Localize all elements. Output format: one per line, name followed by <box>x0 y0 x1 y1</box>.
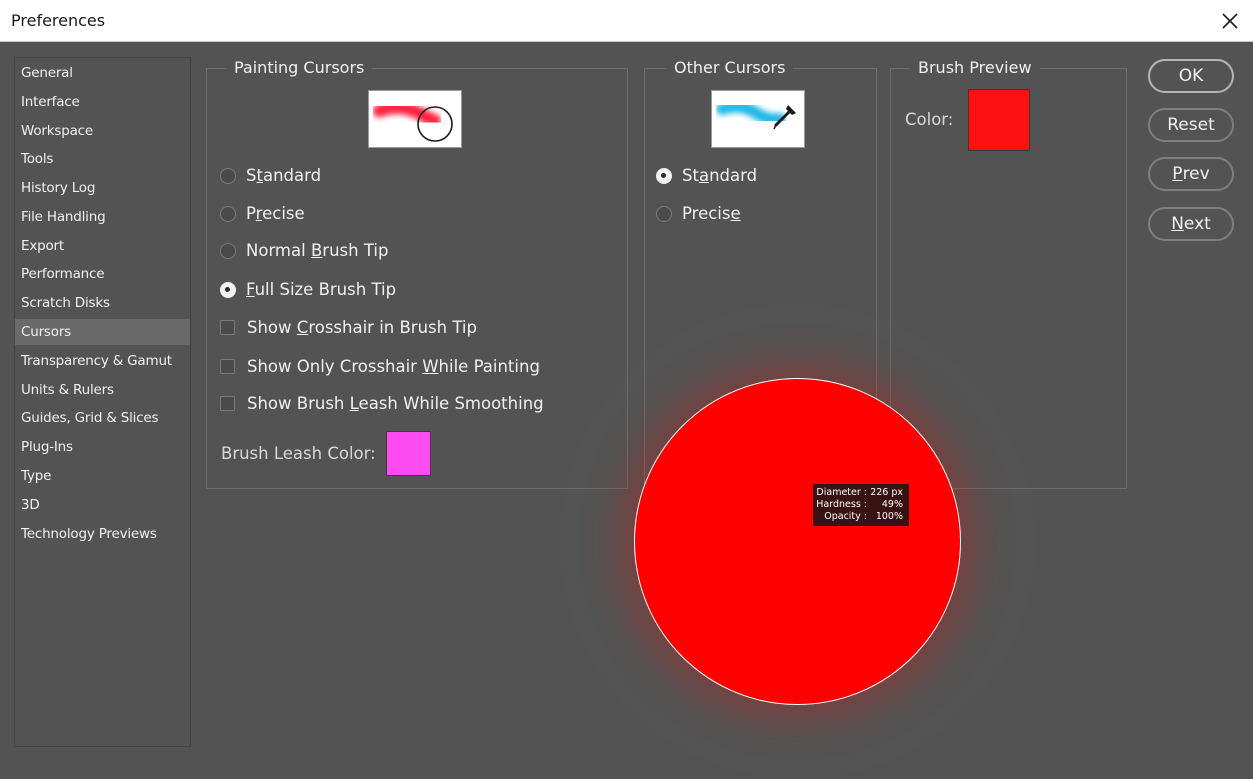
brush-leash-color-swatch[interactable] <box>386 431 431 476</box>
sidebar-item-3d[interactable]: 3D <box>15 492 190 518</box>
show-only-crosshair-option[interactable]: Show Only Crosshair While Painting <box>220 357 540 376</box>
brush-stroke-circle-cursor-icon <box>372 101 453 142</box>
sidebar-item-guides-grid-slices[interactable]: Guides, Grid & Slices <box>15 405 190 431</box>
brush-info-hud: Diameter : 226 px Hardness : 49% Opacity… <box>813 484 909 526</box>
other-cursor-preview <box>711 90 805 148</box>
hud-hardness-value: 49% <box>881 499 903 510</box>
hud-diameter-label: Diameter : <box>816 487 867 498</box>
painting-standard-option[interactable]: Standard <box>220 166 321 185</box>
painting-precise-option[interactable]: Precise <box>220 204 305 223</box>
hud-diameter-value: 226 px <box>870 487 903 498</box>
painting-normal-brush-tip-label: Normal Brush Tip <box>246 241 389 260</box>
eyedropper-stroke-icon <box>716 100 796 130</box>
painting-full-size-brush-tip-label: Full Size Brush Tip <box>246 280 397 299</box>
brush-preview-color-swatch[interactable] <box>968 89 1030 151</box>
show-crosshair-label: Show Crosshair in Brush Tip <box>247 318 477 337</box>
other-cursors-title: Other Cursors <box>666 58 794 77</box>
ok-button[interactable]: OK <box>1148 59 1234 93</box>
sidebar-item-performance[interactable]: Performance <box>15 261 190 287</box>
preferences-sidebar: General Interface Workspace Tools Histor… <box>14 57 191 747</box>
hud-diameter-row: Diameter : 226 px <box>813 487 909 499</box>
sidebar-item-history-log[interactable]: History Log <box>15 175 190 201</box>
brush-preview-title: Brush Preview <box>910 58 1040 77</box>
show-crosshair-checkbox[interactable] <box>220 320 235 335</box>
other-precise-radio[interactable] <box>656 205 672 222</box>
show-only-crosshair-label: Show Only Crosshair While Painting <box>247 357 540 376</box>
sidebar-item-interface[interactable]: Interface <box>15 89 190 115</box>
sidebar-item-export[interactable]: Export <box>15 233 190 259</box>
reset-button[interactable]: Reset <box>1148 108 1234 142</box>
sidebar-item-workspace[interactable]: Workspace <box>15 118 190 144</box>
other-standard-radio[interactable] <box>656 167 672 184</box>
show-only-crosshair-checkbox[interactable] <box>220 359 235 374</box>
sidebar-item-cursors[interactable]: Cursors <box>15 319 190 345</box>
painting-full-size-brush-tip-option[interactable]: Full Size Brush Tip <box>220 280 396 299</box>
show-brush-leash-option[interactable]: Show Brush Leash While Smoothing <box>220 394 544 413</box>
title-bar: Preferences <box>0 0 1253 42</box>
sidebar-item-scratch-disks[interactable]: Scratch Disks <box>15 290 190 316</box>
brush-leash-color-label: Brush Leash Color: <box>221 444 376 463</box>
painting-standard-radio[interactable] <box>220 167 236 184</box>
hud-opacity-value: 100% <box>875 511 903 522</box>
sidebar-item-general[interactable]: General <box>15 60 190 86</box>
sidebar-item-units-rulers[interactable]: Units & Rulers <box>15 377 190 403</box>
painting-cursor-preview <box>368 90 462 148</box>
hud-hardness-label: Hardness : <box>816 499 867 510</box>
painting-standard-label: Standard <box>246 166 322 185</box>
prev-button[interactable]: Prev <box>1148 157 1234 191</box>
show-crosshair-option[interactable]: Show Crosshair in Brush Tip <box>220 318 477 337</box>
window-title: Preferences <box>11 11 106 30</box>
sidebar-item-technology-previews[interactable]: Technology Previews <box>15 521 190 547</box>
sidebar-item-file-handling[interactable]: File Handling <box>15 204 190 230</box>
painting-cursors-title: Painting Cursors <box>226 58 373 77</box>
painting-normal-brush-tip-radio[interactable] <box>220 242 236 259</box>
hud-opacity-row: Opacity : 100% <box>813 511 909 523</box>
sidebar-item-type[interactable]: Type <box>15 463 190 489</box>
hud-hardness-row: Hardness : 49% <box>813 499 909 511</box>
brush-preview-color-label: Color: <box>905 110 954 129</box>
painting-full-size-brush-tip-radio[interactable] <box>220 281 236 298</box>
brush-size-cursor <box>634 378 961 705</box>
other-standard-label: Standard <box>682 166 758 185</box>
next-button[interactable]: Next <box>1148 207 1234 241</box>
painting-precise-label: Precise <box>246 204 305 223</box>
sidebar-item-plug-ins[interactable]: Plug-Ins <box>15 434 190 460</box>
close-button[interactable] <box>1213 4 1247 38</box>
other-standard-option[interactable]: Standard <box>656 166 757 185</box>
sidebar-item-tools[interactable]: Tools <box>15 146 190 172</box>
painting-normal-brush-tip-option[interactable]: Normal Brush Tip <box>220 241 388 260</box>
painting-precise-radio[interactable] <box>220 205 236 222</box>
other-precise-label: Precise <box>682 204 741 223</box>
show-brush-leash-checkbox[interactable] <box>220 396 235 411</box>
close-icon <box>1222 13 1238 29</box>
hud-opacity-label: Opacity : <box>824 511 867 522</box>
show-brush-leash-label: Show Brush Leash While Smoothing <box>247 394 544 413</box>
sidebar-item-transparency-gamut[interactable]: Transparency & Gamut <box>15 348 190 374</box>
other-precise-option[interactable]: Precise <box>656 204 741 223</box>
